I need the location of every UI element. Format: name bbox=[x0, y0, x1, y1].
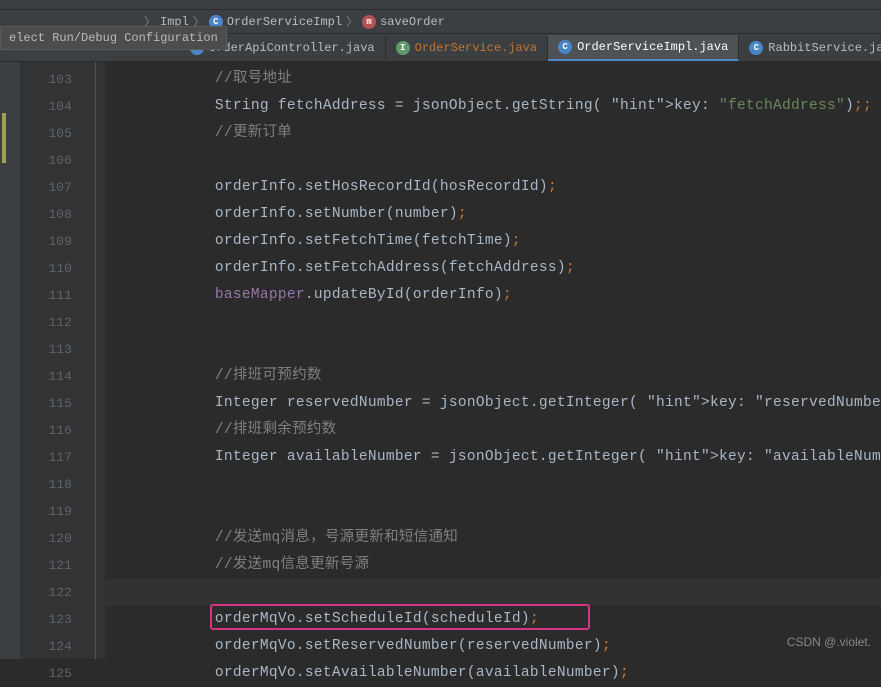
code-line[interactable] bbox=[105, 471, 881, 498]
line-number: 108 bbox=[20, 201, 90, 228]
line-number: 123 bbox=[20, 606, 90, 633]
code-line[interactable] bbox=[105, 309, 881, 336]
breadcrumb-label: OrderServiceImpl bbox=[227, 15, 342, 29]
gutter: 1031041051061071081091101111121131141151… bbox=[20, 62, 90, 659]
toolbar bbox=[0, 0, 881, 10]
code-line[interactable] bbox=[105, 147, 881, 174]
line-number: 107 bbox=[20, 174, 90, 201]
breadcrumb-item[interactable]: C OrderServiceImpl bbox=[209, 15, 342, 29]
interface-icon: I bbox=[396, 41, 410, 55]
watermark: CSDN @.violet. bbox=[787, 635, 871, 649]
code-line[interactable]: //排班剩余预约数 bbox=[105, 417, 881, 444]
tab-file[interactable]: C RabbitService.java × bbox=[739, 36, 881, 60]
line-number: 119 bbox=[20, 498, 90, 525]
class-icon: C bbox=[749, 41, 763, 55]
line-number: 110 bbox=[20, 255, 90, 282]
line-number: 118 bbox=[20, 471, 90, 498]
code-line[interactable] bbox=[105, 498, 881, 525]
line-number: 116 bbox=[20, 417, 90, 444]
tab-file[interactable]: I OrderService.java bbox=[386, 36, 548, 60]
fold-gutter[interactable] bbox=[90, 62, 105, 659]
line-number: 109 bbox=[20, 228, 90, 255]
tab-label: OrderApiController.java bbox=[209, 41, 375, 55]
code-line[interactable]: orderInfo.setFetchAddress(fetchAddress); bbox=[105, 255, 881, 282]
class-icon: C bbox=[558, 40, 572, 54]
code-line[interactable]: //发送mq消息，号源更新和短信通知 bbox=[105, 525, 881, 552]
code-line[interactable]: //取号地址 bbox=[105, 66, 881, 93]
code-line[interactable]: //发送mq信息更新号源 bbox=[105, 552, 881, 579]
change-marker bbox=[2, 113, 6, 163]
code-line[interactable]: orderMqVo.setReservedNumber(reservedNumb… bbox=[105, 633, 881, 660]
method-icon: m bbox=[362, 15, 376, 29]
code-line[interactable]: orderInfo.setFetchTime(fetchTime); bbox=[105, 228, 881, 255]
tooltip: elect Run/Debug Configuration bbox=[0, 26, 227, 50]
code-line[interactable]: //更新订单 bbox=[105, 120, 881, 147]
line-number: 111 bbox=[20, 282, 90, 309]
code-line[interactable]: orderMqVo.setAvailableNumber(availableNu… bbox=[105, 660, 881, 687]
line-number: 117 bbox=[20, 444, 90, 471]
line-number: 106 bbox=[20, 147, 90, 174]
code-line[interactable]: String fetchAddress = jsonObject.getStri… bbox=[105, 93, 881, 120]
line-number: 115 bbox=[20, 390, 90, 417]
line-number: 103 bbox=[20, 66, 90, 93]
code-line[interactable]: //排班可预约数 bbox=[105, 363, 881, 390]
breadcrumb-item[interactable]: m saveOrder bbox=[362, 15, 445, 29]
tab-file-active[interactable]: C OrderServiceImpl.java bbox=[548, 35, 739, 61]
line-number: 112 bbox=[20, 309, 90, 336]
code-line[interactable] bbox=[105, 336, 881, 363]
code-line[interactable]: orderInfo.setHosRecordId(hosRecordId); bbox=[105, 174, 881, 201]
tab-label: OrderServiceImpl.java bbox=[577, 40, 728, 54]
code-line[interactable]: Integer availableNumber = jsonObject.get… bbox=[105, 444, 881, 471]
breadcrumb-label: saveOrder bbox=[380, 15, 445, 29]
tab-label: OrderService.java bbox=[415, 41, 537, 55]
line-number: 122 bbox=[20, 579, 90, 606]
code-area[interactable]: //取号地址String fetchAddress = jsonObject.g… bbox=[105, 62, 881, 659]
line-number: 113 bbox=[20, 336, 90, 363]
code-line[interactable]: orderInfo.setNumber(number); bbox=[105, 201, 881, 228]
editor: 1031041051061071081091101111121131141151… bbox=[0, 62, 881, 659]
code-line[interactable]: Integer reservedNumber = jsonObject.getI… bbox=[105, 390, 881, 417]
code-line[interactable]: baseMapper.updateById(orderInfo); bbox=[105, 282, 881, 309]
line-number: 125 bbox=[20, 660, 90, 687]
line-number: 104 bbox=[20, 93, 90, 120]
tab-label: RabbitService.java bbox=[768, 41, 881, 55]
line-number: 114 bbox=[20, 363, 90, 390]
line-number: 120 bbox=[20, 525, 90, 552]
line-number: 124 bbox=[20, 633, 90, 660]
code-line[interactable]: orderMqVo.setScheduleId(scheduleId); bbox=[105, 606, 881, 633]
line-number: 121 bbox=[20, 552, 90, 579]
line-number: 105 bbox=[20, 120, 90, 147]
chevron-right-icon: 〉 bbox=[346, 13, 358, 30]
